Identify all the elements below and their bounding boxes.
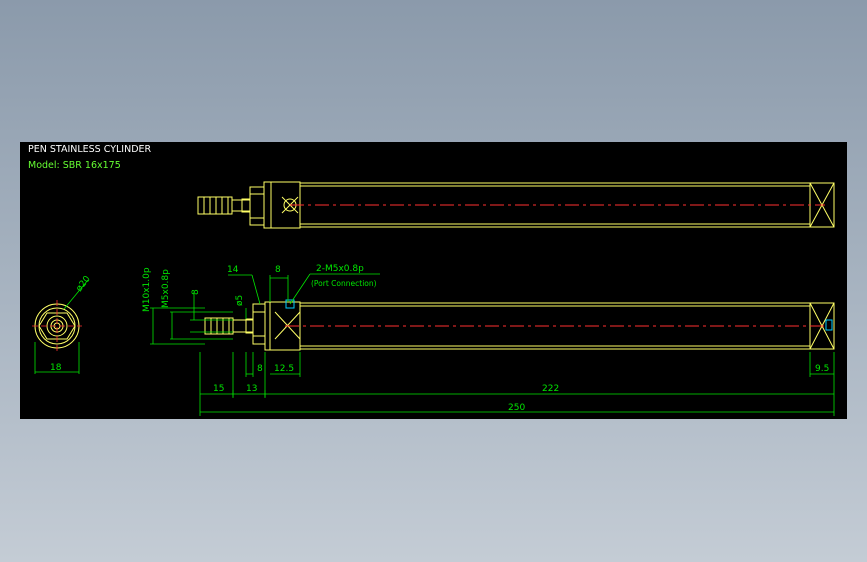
- dim-m10-thread: M10x1.0p: [142, 267, 152, 312]
- dim-18: 18: [50, 363, 62, 373]
- top-rod-thread: [197, 196, 233, 215]
- dim-12-5: 12.5: [274, 364, 294, 374]
- dim-14: 14: [227, 265, 239, 275]
- cad-drawing: PEN STAINLESS CYLINDER Model: SBR 16x175: [28, 144, 835, 416]
- dim-port-8: 8: [275, 265, 281, 275]
- dim-9-5: 9.5: [815, 364, 829, 374]
- dim-13: 13: [246, 384, 257, 394]
- dim-15: 15: [213, 384, 224, 394]
- drawing-title: PEN STAINLESS CYLINDER: [28, 144, 152, 155]
- dim-diameter-20: ø20: [74, 274, 92, 294]
- port-connection-note: (Port Connection): [311, 279, 377, 288]
- end-view-dimensions: [34, 279, 89, 374]
- bottom-dimension-lines: [150, 273, 835, 416]
- dim-bottom-8: 8: [257, 364, 263, 374]
- dim-rod-8: 8: [191, 289, 201, 295]
- drawing-canvas: PEN STAINLESS CYLINDER Model: SBR 16x175: [20, 142, 847, 419]
- top-mount-nut: [249, 186, 265, 226]
- dim-m5-thread: M5x0.8p: [161, 269, 171, 308]
- model-label: Model: SBR 16x175: [28, 160, 121, 171]
- dim-diameter-5: ø5: [235, 295, 245, 306]
- bottom-piston-rod: [232, 319, 254, 333]
- top-piston-rod: [231, 199, 251, 212]
- bottom-mount-nut: [252, 303, 266, 345]
- dim-250: 250: [508, 403, 525, 413]
- port-thread-label: 2-M5x0.8p: [316, 264, 364, 274]
- dim-222: 222: [542, 384, 559, 394]
